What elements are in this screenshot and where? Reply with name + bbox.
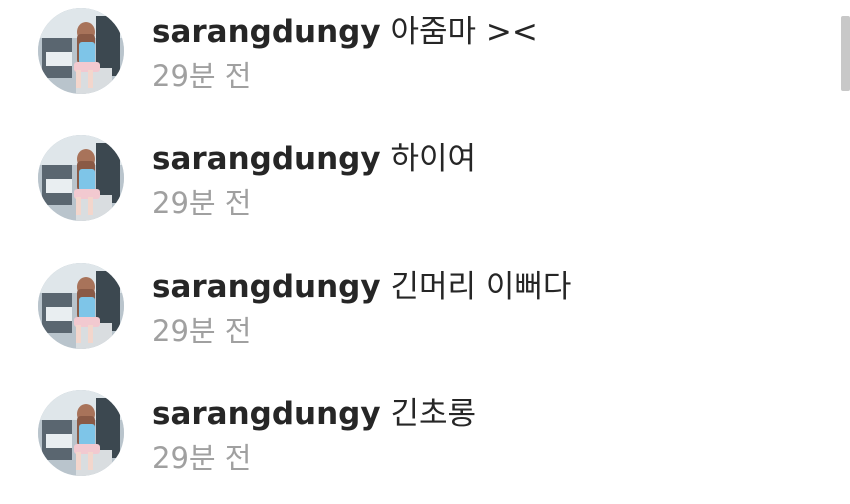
comment-line: sarangdungy 아줌마 >< <box>152 12 538 52</box>
avatar[interactable] <box>38 8 124 94</box>
profile-photo-icon <box>38 135 124 221</box>
avatar[interactable] <box>38 390 124 476</box>
username-link[interactable]: sarangdungy <box>152 269 381 305</box>
timestamp[interactable]: 29분 전 <box>152 313 251 349</box>
comment-text: 하이여 <box>390 141 476 177</box>
avatar[interactable] <box>38 263 124 349</box>
username-link[interactable]: sarangdungy <box>152 141 381 177</box>
comment-text: 아줌마 >< <box>390 14 538 50</box>
profile-photo-icon <box>38 390 124 476</box>
comment-line: sarangdungy 긴초롱 <box>152 394 476 434</box>
comment-line: sarangdungy 하이여 <box>152 139 476 179</box>
comment-item: sarangdungy 긴머리 이뻐다 29분 전 <box>0 261 830 371</box>
timestamp[interactable]: 29분 전 <box>152 185 251 221</box>
timestamp[interactable]: 29분 전 <box>152 440 251 476</box>
comment-line: sarangdungy 긴머리 이뻐다 <box>152 267 571 307</box>
comments-screen: sarangdungy 아줌마 >< 29분 전 sarangdungy 하이여… <box>0 0 850 504</box>
comment-text: 긴초롱 <box>390 396 476 432</box>
profile-photo-icon <box>38 8 124 94</box>
comment-item: sarangdungy 긴초롱 29분 전 <box>0 388 830 498</box>
timestamp[interactable]: 29분 전 <box>152 58 251 94</box>
profile-photo-icon <box>38 263 124 349</box>
username-link[interactable]: sarangdungy <box>152 396 381 432</box>
comment-item: sarangdungy 하이여 29분 전 <box>0 133 830 243</box>
avatar[interactable] <box>38 135 124 221</box>
comment-item: sarangdungy 아줌마 >< 29분 전 <box>0 6 830 116</box>
comment-text: 긴머리 이뻐다 <box>390 269 572 305</box>
username-link[interactable]: sarangdungy <box>152 14 381 50</box>
scrollbar[interactable] <box>841 16 850 91</box>
